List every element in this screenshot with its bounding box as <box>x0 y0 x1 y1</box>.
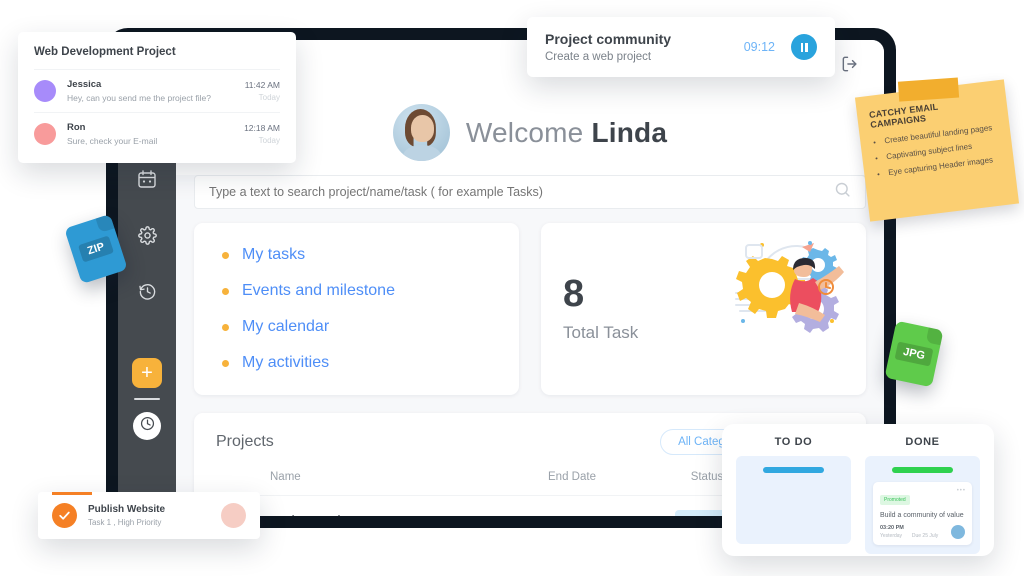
toast-timer: 09:12 <box>743 40 775 54</box>
message-item[interactable]: Jessica Hey, can you send me the project… <box>34 69 280 112</box>
bullet-icon <box>222 287 229 295</box>
message-day: Today <box>258 136 280 145</box>
col-favorite <box>194 465 262 496</box>
message-item[interactable]: Ron Sure, check your E-mail 12:18 AM Tod… <box>34 112 280 155</box>
message-sender: Jessica <box>67 79 102 90</box>
more-options-icon[interactable]: ••• <box>957 488 966 494</box>
link-my-tasks[interactable]: My tasks <box>242 246 305 264</box>
link-my-activities[interactable]: My activities <box>242 354 329 372</box>
clock-rotate-icon <box>138 282 157 301</box>
gears-illustration <box>732 233 844 338</box>
kanban-task-day: Yesterday <box>880 533 903 540</box>
pause-icon[interactable] <box>791 34 817 60</box>
zip-file-label: ZIP <box>78 235 114 263</box>
kanban-progress-bar <box>891 467 954 473</box>
publish-toast-title: Publish Website <box>88 504 166 515</box>
check-circle-icon <box>52 503 77 528</box>
kanban-task-due: Due 25 July <box>911 533 939 540</box>
search-input[interactable] <box>209 185 834 199</box>
total-task-card: 8 Total Task <box>541 223 866 395</box>
avatar <box>221 503 246 528</box>
bullet-icon <box>222 251 229 259</box>
list-item[interactable]: My calendar <box>222 315 519 339</box>
publish-website-toast: Publish Website Task 1 , High Priority <box>38 492 260 539</box>
gear-icon <box>137 225 157 245</box>
message-preview: Hey, can you send me the project file? <box>67 93 211 103</box>
summary-row: My tasks Events and milestone My calenda… <box>194 223 866 395</box>
greeting-text: Welcome <box>465 116 584 148</box>
jpg-file-label: JPG <box>894 341 934 367</box>
bullet-icon <box>222 359 229 367</box>
link-my-calendar[interactable]: My calendar <box>242 318 329 336</box>
project-name: Web Development <box>270 514 389 516</box>
sticky-note-tape <box>897 77 960 102</box>
user-name: Linda <box>591 116 668 148</box>
kanban-column-done: DONE ••• Promoted Build a community of v… <box>865 436 980 555</box>
messages-card-title: Web Development Project <box>34 46 176 58</box>
jpg-file-icon[interactable]: JPG <box>884 320 944 388</box>
col-end-date: End Date <box>548 471 596 483</box>
list-item[interactable]: My tasks <box>222 243 519 267</box>
projects-title: Projects <box>216 433 274 450</box>
list-item[interactable]: My activities <box>222 351 519 375</box>
publish-toast-subtitle: Task 1 , High Priority <box>88 518 162 527</box>
screenshot-stage: + Welcome Linda Type a text to search pr… <box>0 0 1024 576</box>
sidebar-item-settings[interactable] <box>118 212 176 258</box>
accent-bar <box>52 492 92 495</box>
kanban-column-title: DONE <box>905 436 940 448</box>
kanban-column-title: TO DO <box>774 436 813 448</box>
avatar <box>34 80 56 102</box>
clock-icon <box>140 416 155 436</box>
project-name-cell: Web Development 6 Days <box>262 495 502 516</box>
messages-card: Web Development Project Jessica Hey, can… <box>18 32 296 163</box>
calendar-icon <box>138 170 156 188</box>
toast-subtitle: Create a web project <box>545 51 652 63</box>
kanban-task-time: 03:20 PM <box>880 525 904 532</box>
message-time: 12:18 AM <box>244 123 280 133</box>
project-end-date: 16 Feb, 2020 <box>502 495 642 516</box>
bullet-icon <box>222 323 229 331</box>
message-time: 11:42 AM <box>244 80 280 90</box>
list-item[interactable]: Events and milestone <box>222 279 519 303</box>
sticky-note: CATCHY EMAIL CAMPAIGNS Create beautiful … <box>854 77 1020 222</box>
project-community-toast: Project community Create a web project 0… <box>527 17 835 77</box>
sidebar-item-clock[interactable] <box>133 412 161 440</box>
sidebar-item-history[interactable] <box>118 268 176 314</box>
message-sender: Ron <box>67 122 86 133</box>
kanban-task-badge: Promoted <box>880 495 910 505</box>
col-name: Name <box>270 471 301 483</box>
message-preview: Sure, check your E-mail <box>67 136 158 146</box>
search-bar[interactable] <box>194 175 866 209</box>
kanban-progress-bar <box>762 467 825 473</box>
quick-links-card: My tasks Events and milestone My calenda… <box>194 223 519 395</box>
total-task-label: Total Task <box>563 323 639 342</box>
avatar <box>34 123 56 145</box>
link-events-and-milestone[interactable]: Events and milestone <box>242 282 395 300</box>
message-day: Today <box>258 93 280 102</box>
toast-title: Project community <box>545 31 672 47</box>
avatar <box>951 525 965 540</box>
avatar <box>392 104 450 161</box>
add-button[interactable]: + <box>132 358 162 388</box>
kanban-task-card[interactable]: ••• Promoted Build a community of value … <box>873 482 972 546</box>
sidebar-divider <box>134 398 160 400</box>
logout-icon[interactable] <box>840 54 860 79</box>
page-title: Welcome Linda <box>466 117 667 149</box>
kanban-card: TO DO DONE ••• Promoted Build a communit… <box>722 424 994 556</box>
search-icon[interactable] <box>834 181 851 203</box>
total-task-value: 8 <box>563 273 585 315</box>
kanban-task-title: Build a community of value <box>880 512 964 519</box>
kanban-column-todo: TO DO <box>736 436 851 544</box>
